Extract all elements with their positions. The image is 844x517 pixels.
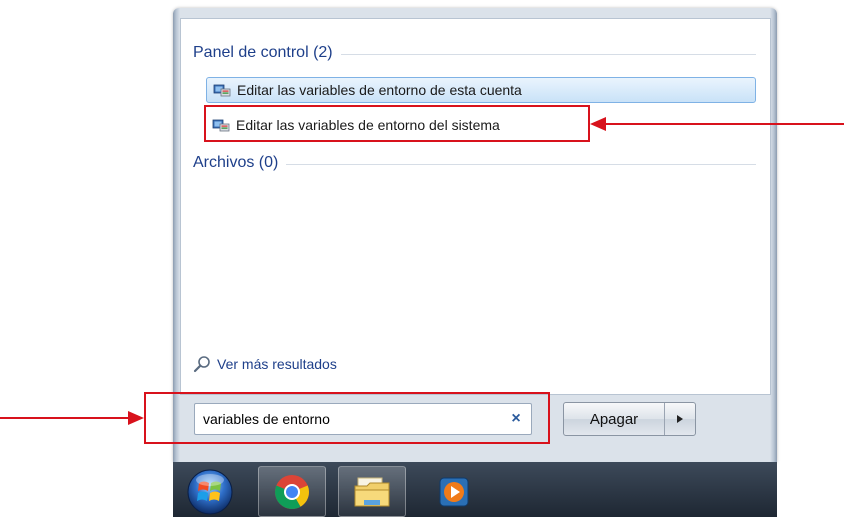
arrow-to-result bbox=[590, 117, 844, 131]
arrow-to-search-box bbox=[0, 411, 144, 425]
annotation-arrows bbox=[0, 117, 844, 425]
